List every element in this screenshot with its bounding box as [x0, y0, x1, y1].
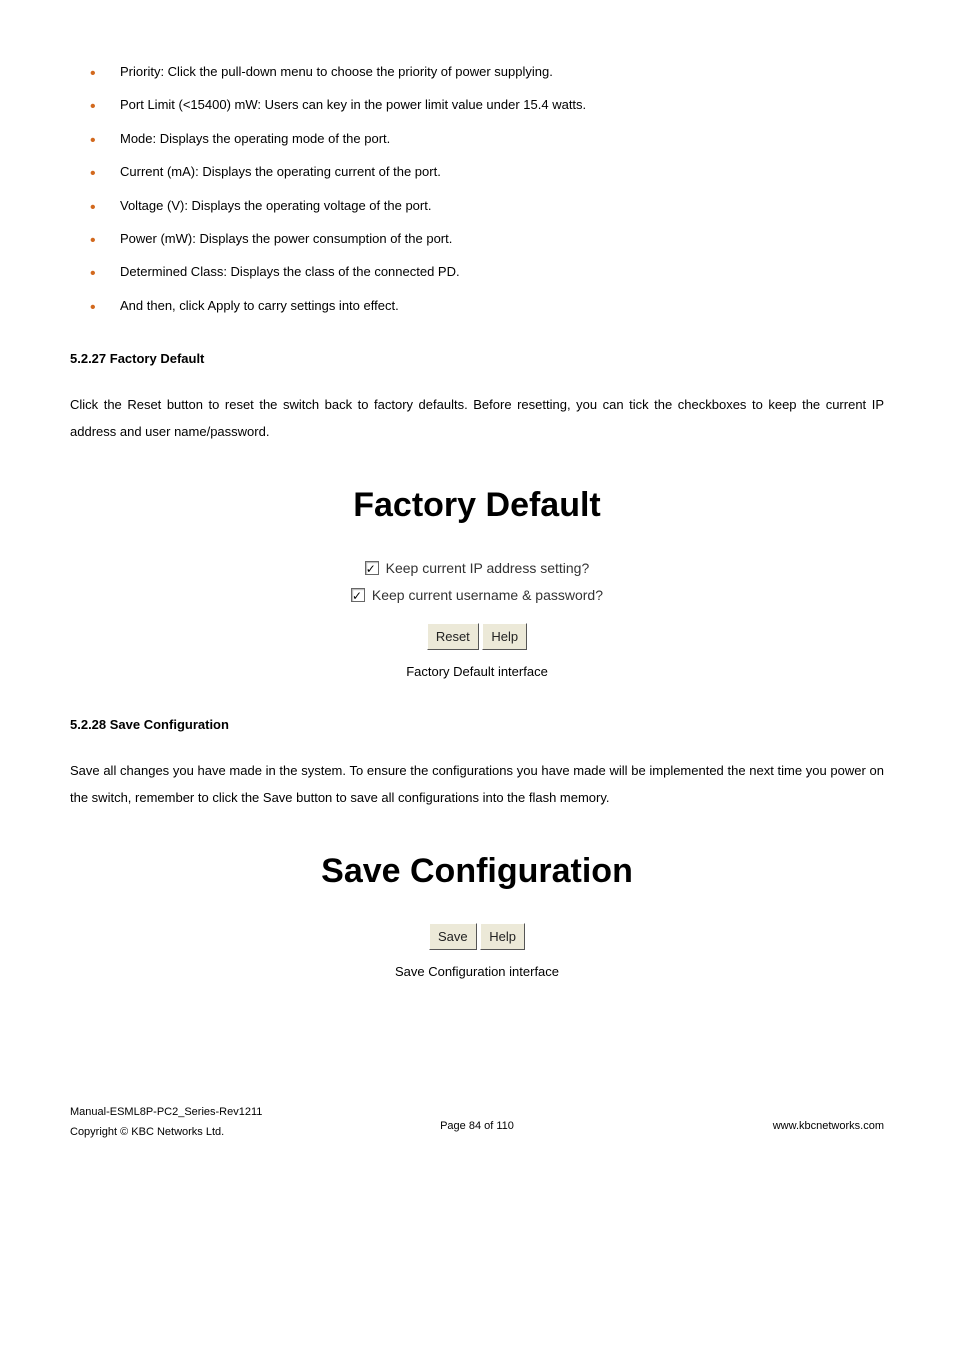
checkbox-label: Keep current username & password?: [372, 587, 603, 603]
figure-caption: Factory Default interface: [70, 660, 884, 683]
list-item: Current (mA): Displays the operating cur…: [70, 160, 884, 183]
section-heading-factory-default: 5.2.27 Factory Default: [70, 347, 884, 370]
bullet-list: Priority: Click the pull-down menu to ch…: [70, 60, 884, 317]
list-item: Port Limit (<15400) mW: Users can key in…: [70, 93, 884, 116]
checkbox-icon: [351, 588, 365, 602]
body-text-save-config: Save all changes you have made in the sy…: [70, 757, 884, 812]
checkbox-icon: [365, 561, 379, 575]
list-item: Priority: Click the pull-down menu to ch…: [70, 60, 884, 83]
section-heading-save-config: 5.2.28 Save Configuration: [70, 713, 884, 736]
body-text-factory-default: Click the Reset button to reset the swit…: [70, 391, 884, 446]
list-item: Voltage (V): Displays the operating volt…: [70, 194, 884, 217]
checkbox-keep-ip[interactable]: Keep current IP address setting?: [70, 556, 884, 581]
figure-factory-default: Factory Default Keep current IP address …: [70, 475, 884, 683]
checkbox-keep-userpass[interactable]: Keep current username & password?: [70, 583, 884, 608]
list-item: And then, click Apply to carry settings …: [70, 294, 884, 317]
footer-url: www.kbcnetworks.com: [773, 1120, 884, 1132]
help-button[interactable]: Help: [480, 923, 525, 950]
figure-title: Factory Default: [70, 475, 884, 536]
figure-caption: Save Configuration interface: [70, 960, 884, 983]
list-item: Determined Class: Displays the class of …: [70, 260, 884, 283]
list-item: Mode: Displays the operating mode of the…: [70, 127, 884, 150]
figure-save-config: Save Configuration Save Help Save Config…: [70, 841, 884, 983]
reset-button[interactable]: Reset: [427, 623, 479, 650]
footer-page-number: Page 84 of 110: [440, 1120, 514, 1132]
list-item: Power (mW): Displays the power consumpti…: [70, 227, 884, 250]
figure-title: Save Configuration: [70, 841, 884, 902]
help-button[interactable]: Help: [482, 623, 527, 650]
checkbox-label: Keep current IP address setting?: [386, 560, 590, 576]
save-button[interactable]: Save: [429, 923, 477, 950]
